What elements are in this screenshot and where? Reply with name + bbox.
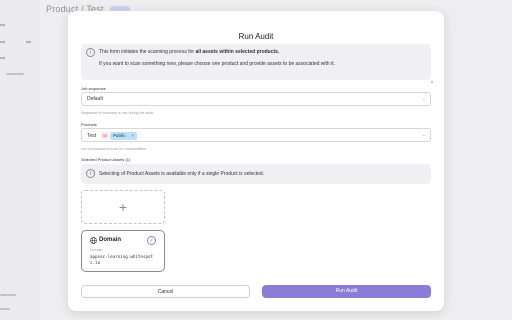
sidebar-marker [0,57,5,59]
asset-card[interactable]: Domain ✓ Domain appsec-learning.whitespo… [81,230,165,272]
asset-sub-label: Domain [90,248,103,252]
add-asset-button[interactable]: + [81,190,165,224]
product-count-badge: 50 [101,132,109,139]
plus-icon: + [118,199,128,215]
info-icon: i [86,48,95,57]
run-audit-button[interactable]: Run Audit [262,285,431,298]
sidebar-marker [0,24,5,26]
job-sequence-helper: Sequence of scanners to use during the a… [81,111,155,115]
sidebar-item[interactable] [6,73,24,75]
sidebar-marker [0,41,5,43]
products-label: Products [81,122,97,127]
info-text-line2: If you want to scan something new, pleas… [99,61,335,67]
public-tag: Public × [110,131,137,140]
info-text-line1: This form initiates the scanning process… [99,49,280,55]
sidebar-marker [26,41,31,43]
sidebar-item[interactable] [0,294,16,296]
asset-value: appsec-learning.whitespots.io [90,254,154,265]
job-sequence-value: Default [87,96,103,102]
chevron-down-icon: ⌄ [421,96,426,102]
chevron-down-icon: ⌄ [421,132,426,138]
required-marker: * [431,81,433,87]
info-icon: i [86,169,95,178]
check-icon[interactable]: ✓ [147,236,156,245]
products-select[interactable]: Test 50 Public × ⌄ [81,128,431,142]
selected-assets-label: Selected Product Assets (1) [81,157,131,162]
sidebar [0,0,40,320]
cancel-button[interactable]: Cancel [81,285,250,298]
sidebar-item[interactable] [0,308,10,310]
globe-icon [90,237,97,244]
remove-tag-icon[interactable]: × [132,132,134,140]
info-banner: i This form initiates the scanning proce… [81,44,431,80]
product-selected: Test [87,132,97,139]
job-sequence-select[interactable]: Default ⌄ [81,92,431,106]
products-helper: List of products to scan for vulnerabili… [81,147,147,151]
asset-type: Domain [99,237,122,243]
job-sequence-label: Job sequence [81,86,106,91]
assets-notice-text: Selecting of Product Assets is available… [99,171,265,177]
run-audit-modal: Run Audit i This form initiates the scan… [68,11,444,311]
modal-title: Run Audit [238,32,274,41]
assets-notice: i Selecting of Product Assets is availab… [81,164,431,184]
